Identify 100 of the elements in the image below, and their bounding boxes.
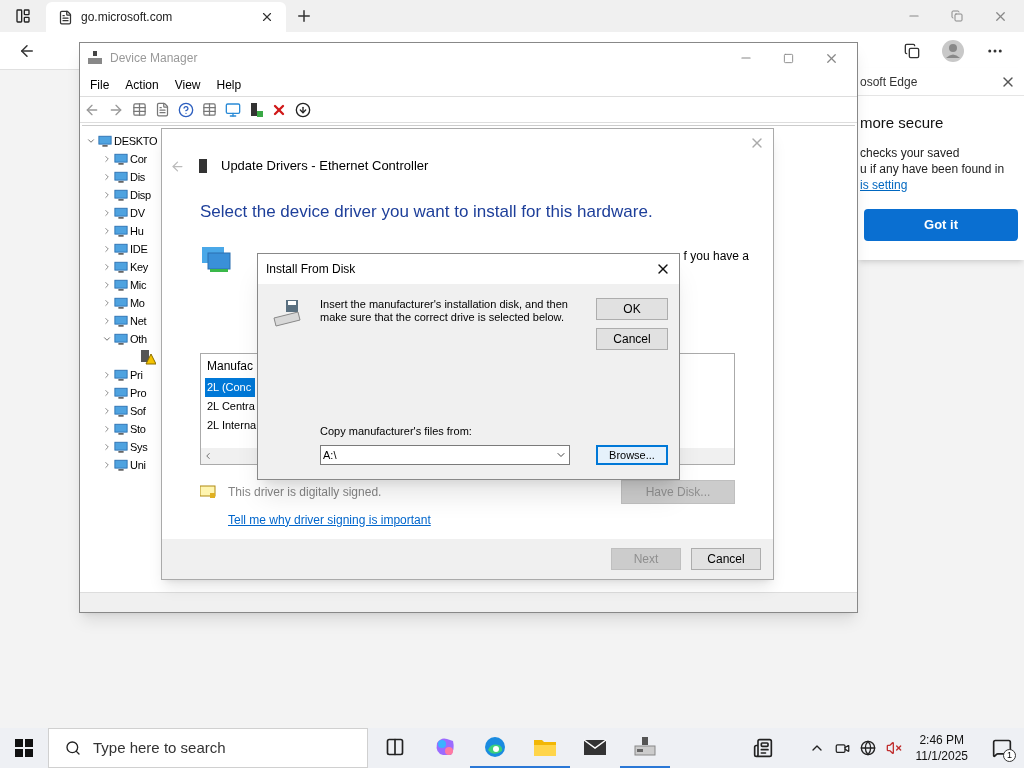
console-tree-icon[interactable]: [132, 102, 147, 117]
expand-chevron-icon[interactable]: [102, 424, 112, 434]
expand-chevron-icon[interactable]: [102, 298, 112, 308]
restore-icon[interactable]: [951, 10, 963, 22]
wizard-intro-text: f you have a: [683, 247, 749, 265]
network-icon[interactable]: [859, 740, 876, 756]
help-icon[interactable]: [178, 101, 194, 118]
device-icon: [98, 134, 112, 148]
app-icon: [88, 51, 102, 65]
browser-logo-icon[interactable]: [483, 735, 507, 759]
device-icon: [114, 170, 128, 184]
wizard-button[interactable]: Cancel: [691, 548, 761, 570]
expand-chevron-icon[interactable]: [102, 226, 112, 236]
dialog-title: Install From Disk: [266, 261, 356, 278]
expand-chevron-icon[interactable]: [102, 280, 112, 290]
expand-chevron-icon[interactable]: [102, 370, 112, 380]
tree-item[interactable]: Key: [130, 258, 149, 276]
tree-item[interactable]: Sof: [130, 402, 146, 420]
action-pane-icon[interactable]: [202, 102, 217, 117]
expand-chevron-icon[interactable]: [102, 190, 112, 200]
collections-icon[interactable]: [904, 42, 920, 59]
device-icon: [114, 422, 128, 436]
device-icon: [114, 404, 128, 418]
expand-chevron-icon[interactable]: [102, 388, 112, 398]
new-tab-icon[interactable]: [295, 7, 313, 25]
tree-item[interactable]: DESKTO: [114, 132, 158, 150]
expand-chevron-icon[interactable]: [102, 406, 112, 416]
expand-chevron-icon[interactable]: [102, 262, 112, 272]
got-it-button[interactable]: Got it: [864, 208, 1018, 241]
update-driver-icon[interactable]: [295, 101, 311, 118]
device-icon: [114, 386, 128, 400]
collapse-chevron-icon[interactable]: [102, 334, 112, 344]
manufacturer-item[interactable]: 2L (Conc: [205, 377, 255, 397]
expand-chevron-icon[interactable]: [102, 442, 112, 452]
scroll-left-icon[interactable]: [203, 450, 213, 461]
tree-item[interactable]: Pri: [130, 366, 143, 384]
expand-chevron-icon[interactable]: [102, 172, 112, 182]
properties-icon[interactable]: [155, 102, 170, 117]
menu-item[interactable]: View: [168, 75, 207, 94]
monitor-icon[interactable]: [225, 101, 241, 118]
tree-item[interactable]: Oth: [130, 330, 147, 348]
driver-signing-link[interactable]: Tell me why driver signing is important: [228, 510, 431, 529]
menu-item[interactable]: Help: [210, 75, 248, 94]
device-icon: [114, 458, 128, 472]
search-placeholder: Type here to search: [93, 737, 226, 758]
collapse-chevron-icon[interactable]: [86, 136, 96, 146]
close-tab-icon[interactable]: [260, 10, 274, 24]
manufacturer-item[interactable]: 2L Centra: [205, 396, 255, 416]
clock-date: 11/1/2025: [915, 748, 968, 764]
floppy-drive-icon: [272, 298, 302, 328]
expand-chevron-icon[interactable]: [102, 208, 112, 218]
wizard-title: Update Drivers - Ethernet Controller: [221, 157, 429, 176]
taskbar-search-field[interactable]: Type here to search: [48, 728, 368, 768]
task-view-icon[interactable]: [385, 737, 405, 757]
dialog-button[interactable]: Cancel: [596, 328, 668, 350]
device-icon: [114, 368, 128, 382]
expand-chevron-icon[interactable]: [102, 316, 112, 326]
tree-item[interactable]: Mo: [130, 294, 145, 312]
tree-item[interactable]: Cor: [130, 150, 147, 168]
menu-item[interactable]: Action: [119, 75, 165, 94]
tree-item[interactable]: Disp: [130, 186, 151, 204]
clock[interactable]: 2:46 PM 11/1/2025: [911, 732, 972, 764]
windows-logo-icon[interactable]: [15, 739, 33, 757]
dialog-button[interactable]: OK: [596, 298, 668, 320]
add-device-icon[interactable]: [249, 101, 263, 118]
tree-item[interactable]: IDE: [130, 240, 148, 258]
tree-item[interactable]: Pro: [130, 384, 147, 402]
envelope-icon[interactable]: [583, 737, 607, 757]
manufacturer-item[interactable]: 2L Interna: [205, 415, 255, 435]
device-icon: [114, 260, 128, 274]
expand-chevron-icon[interactable]: [102, 244, 112, 254]
tree-item[interactable]: Hu: [130, 222, 144, 240]
tree-item[interactable]: Uni: [130, 456, 146, 474]
profile-avatar-icon[interactable]: [942, 39, 964, 62]
expand-chevron-icon[interactable]: [102, 154, 112, 164]
tab-actions-icon[interactable]: [15, 8, 31, 24]
certificate-icon: [200, 484, 216, 499]
tree-item[interactable]: Mic: [130, 276, 147, 294]
source-path-dropdown[interactable]: A:\: [320, 445, 570, 465]
settings-link[interactable]: is setting: [860, 176, 1024, 193]
news-icon[interactable]: [752, 738, 773, 758]
dialog-message: Insert the manufacturer's installation disk, and then make sure that the correct drive is selected below.: [320, 298, 569, 324]
search-icon: [65, 740, 81, 756]
browser-tab[interactable]: go.microsoft.com: [46, 2, 286, 32]
muted-speaker-icon[interactable]: [885, 740, 902, 756]
tree-item[interactable]: DV: [130, 204, 145, 222]
clock-time: 2:46 PM: [919, 732, 965, 748]
computer-device-icon[interactable]: [633, 736, 657, 758]
tree-item[interactable]: Sto: [130, 420, 146, 438]
notification-count: 1: [1003, 749, 1016, 762]
popup-title: osoft Edge: [859, 73, 918, 91]
popup-text: checks your saved: [860, 144, 961, 161]
tree-item[interactable]: Sys: [130, 438, 148, 456]
menu-item[interactable]: File: [84, 75, 116, 94]
maximize-icon[interactable]: [783, 52, 794, 64]
browse-button[interactable]: Browse...: [596, 445, 668, 465]
device-icon: [114, 296, 128, 310]
tree-item[interactable]: Net: [130, 312, 147, 330]
tree-item[interactable]: Dis: [130, 168, 145, 186]
expand-chevron-icon[interactable]: [102, 460, 112, 470]
